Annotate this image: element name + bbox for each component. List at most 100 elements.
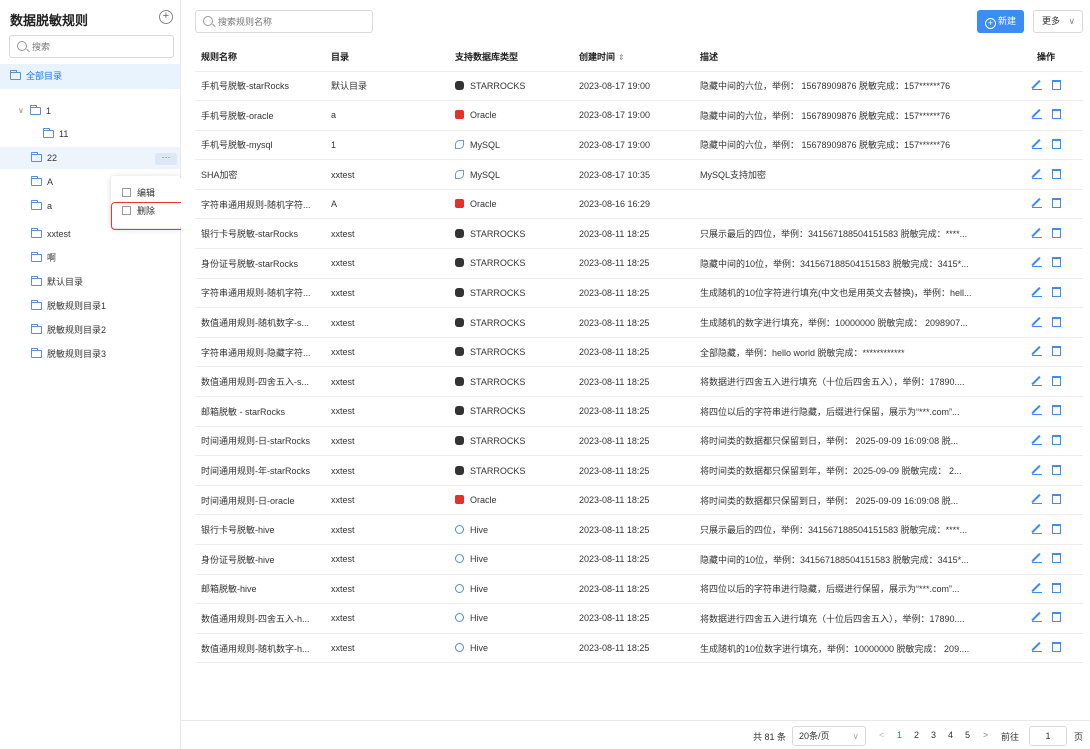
edit-icon[interactable] bbox=[1031, 583, 1042, 593]
rule-search-input[interactable] bbox=[218, 14, 368, 30]
edit-icon[interactable] bbox=[1031, 553, 1042, 564]
edit-icon[interactable] bbox=[1031, 198, 1042, 209]
table-row[interactable]: 字符串通用规则-隐藏字符... xxtest STARROCKS 2023-08-11… bbox=[195, 337, 1083, 368]
table-row[interactable]: 时间通用规则-日-starRocks xxtest STARROCKS 2023-08… bbox=[195, 426, 1083, 457]
page-1[interactable]: 1 bbox=[897, 730, 902, 740]
sidebar-title: 数据脱敏规则 bbox=[10, 13, 89, 28]
trash-icon[interactable] bbox=[1051, 286, 1061, 297]
table-row[interactable]: 字符串通用规则-随机字符... A Oracle 2023-08-16 16:29 bbox=[195, 189, 1083, 220]
tree-item[interactable]: 脱敏规则目录2 bbox=[0, 319, 180, 341]
trash-icon[interactable] bbox=[1051, 434, 1061, 445]
tree-item[interactable]: 脱敏规则目录3 bbox=[0, 343, 180, 365]
edit-icon[interactable] bbox=[1031, 169, 1042, 179]
tree-item[interactable]: 啊 bbox=[0, 247, 180, 269]
sort-icon[interactable]: ⇕ bbox=[618, 53, 625, 62]
table-row[interactable]: 数值通用规则-随机数字-h... xxtest Hive 2023-08-11 18:… bbox=[195, 633, 1083, 664]
table-row[interactable]: 数值通用规则-四舍五入-s... xxtest STARROCKS 2023-08-1… bbox=[195, 366, 1083, 398]
table-row[interactable]: 身份证号脱敏-hive xxtest Hive 2023-08-11 18:25 隐藏中… bbox=[195, 544, 1083, 575]
table-row[interactable]: 字符串通用规则-随机字符... xxtest STARROCKS 2023-08-11… bbox=[195, 278, 1083, 309]
edit-icon[interactable] bbox=[1031, 287, 1042, 297]
trash-icon[interactable] bbox=[1051, 316, 1061, 327]
trash-icon[interactable] bbox=[1051, 257, 1061, 268]
page-5[interactable]: 5 bbox=[965, 730, 970, 740]
chevron-down-icon[interactable]: ∨ bbox=[18, 100, 24, 122]
prev-page-icon[interactable]: < bbox=[879, 730, 884, 740]
table-row[interactable]: 数值通用规则-随机数字-s... xxtest STARROCKS 2023-08-1… bbox=[195, 307, 1083, 338]
trash-icon[interactable] bbox=[1051, 464, 1061, 475]
table-row[interactable]: 手机号脱敏-mysql 1 MySQL 2023-08-17 19:00 隐藏中间的六位… bbox=[195, 130, 1083, 161]
more-options-icon[interactable]: ··· bbox=[155, 153, 177, 165]
page-4[interactable]: 4 bbox=[948, 730, 953, 740]
table-row[interactable]: 身份证号脱敏-starRocks xxtest STARROCKS 2023-08-1… bbox=[195, 248, 1083, 279]
trash-icon[interactable] bbox=[1051, 612, 1061, 623]
edit-icon[interactable] bbox=[1031, 317, 1042, 327]
database-icon bbox=[455, 287, 464, 297]
edit-icon[interactable] bbox=[1031, 346, 1042, 357]
trash-icon[interactable] bbox=[1051, 494, 1061, 505]
sidebar-search[interactable] bbox=[9, 35, 174, 58]
tree-item[interactable]: 22 ··· bbox=[0, 147, 180, 169]
trash-icon[interactable] bbox=[1051, 109, 1061, 120]
col-created-time[interactable]: 创建时间 ⇕ bbox=[573, 42, 694, 72]
table-row[interactable]: 邮箱脱敏-hive xxtest Hive 2023-08-11 18:25 将四位以后… bbox=[195, 574, 1083, 605]
trash-icon[interactable] bbox=[1051, 138, 1061, 149]
trash-icon[interactable] bbox=[1051, 168, 1061, 179]
context-menu-edit[interactable]: 编辑 bbox=[122, 186, 155, 199]
table-row[interactable]: 手机号脱敏-oracle a Oracle 2023-08-17 19:00 隐藏中间的… bbox=[195, 100, 1083, 131]
tree-item[interactable]: 脱敏规则目录1 bbox=[0, 295, 180, 317]
trash-icon[interactable] bbox=[1051, 227, 1061, 238]
edit-icon[interactable] bbox=[1031, 524, 1042, 534]
tree-item[interactable]: ∨ 1 bbox=[0, 100, 180, 122]
cell-actions bbox=[1009, 218, 1083, 250]
db-type-label: Hive bbox=[470, 583, 489, 594]
cell-db-type: Hive bbox=[449, 544, 573, 575]
edit-icon[interactable] bbox=[1031, 435, 1042, 445]
tree-item[interactable]: 默认目录 bbox=[0, 271, 180, 293]
edit-icon[interactable] bbox=[1031, 405, 1042, 416]
page-3[interactable]: 3 bbox=[931, 730, 936, 740]
table-row[interactable]: 银行卡号脱敏-hive xxtest Hive 2023-08-11 18:25 只展示… bbox=[195, 514, 1083, 545]
table-row[interactable]: 邮箱脱敏 - starRocks xxtest STARROCKS 2023-08-1… bbox=[195, 396, 1083, 427]
edit-icon[interactable] bbox=[1031, 257, 1042, 268]
sidebar-search-input[interactable] bbox=[32, 39, 162, 55]
cell-actions bbox=[1009, 574, 1083, 605]
trash-icon[interactable] bbox=[1051, 553, 1061, 564]
edit-icon[interactable] bbox=[1031, 228, 1042, 238]
table-row[interactable]: 时间通用规则-日-oracle xxtest Oracle 2023-08-11 18… bbox=[195, 485, 1083, 516]
edit-icon[interactable] bbox=[1031, 109, 1042, 120]
page-size-select[interactable]: 20条/页 ∨ bbox=[792, 726, 866, 746]
cell-description: 将时间类的数据都只保留到年，举例：2025-09-09 脱敏完成： 2... bbox=[694, 455, 1009, 486]
tree-item[interactable]: 11 bbox=[0, 123, 180, 145]
edit-icon[interactable] bbox=[1031, 376, 1042, 386]
edit-icon[interactable] bbox=[1031, 494, 1042, 505]
trash-icon[interactable] bbox=[1051, 405, 1061, 416]
trash-icon[interactable] bbox=[1051, 523, 1061, 534]
next-page-icon[interactable]: > bbox=[983, 730, 988, 740]
new-button[interactable]: + 新建 bbox=[977, 10, 1024, 33]
add-directory-icon[interactable]: + bbox=[159, 10, 173, 24]
table-row[interactable]: 数值通用规则-四舍五入-h... xxtest Hive 2023-08-11 18:… bbox=[195, 603, 1083, 634]
trash-icon[interactable] bbox=[1051, 582, 1061, 593]
trash-icon[interactable] bbox=[1051, 346, 1061, 357]
page-2[interactable]: 2 bbox=[914, 730, 919, 740]
edit-icon[interactable] bbox=[1031, 612, 1042, 623]
more-dropdown[interactable]: 更多 ∨ bbox=[1033, 10, 1083, 33]
table-header-row: 规则名称 目录 支持数据库类型 创建时间 ⇕ 描述 操作 bbox=[195, 42, 1083, 72]
table-row[interactable]: 银行卡号脱敏-starRocks xxtest STARROCKS 2023-08-1… bbox=[195, 218, 1083, 250]
goto-page-input[interactable]: 1 bbox=[1029, 726, 1067, 746]
rule-search[interactable] bbox=[195, 10, 373, 33]
table-row[interactable]: 时间通用规则-年-starRocks xxtest STARROCKS 2023-08… bbox=[195, 455, 1083, 486]
table-row[interactable]: SHA加密 xxtest MySQL 2023-08-17 10:35 MySQL支持加… bbox=[195, 159, 1083, 190]
folder-icon bbox=[31, 200, 42, 210]
trash-icon[interactable] bbox=[1051, 642, 1061, 653]
edit-icon[interactable] bbox=[1031, 465, 1042, 475]
trash-icon[interactable] bbox=[1051, 375, 1061, 386]
cell-directory: xxtest bbox=[325, 514, 449, 545]
all-directories-item[interactable]: 全部目录 bbox=[0, 64, 180, 89]
trash-icon[interactable] bbox=[1051, 79, 1061, 90]
edit-icon[interactable] bbox=[1031, 642, 1042, 653]
edit-icon[interactable] bbox=[1031, 139, 1042, 149]
table-row[interactable]: 手机号脱敏-starRocks 默认目录 STARROCKS 2023-08-17 1… bbox=[195, 71, 1083, 102]
edit-icon[interactable] bbox=[1031, 80, 1042, 90]
trash-icon[interactable] bbox=[1051, 198, 1061, 209]
